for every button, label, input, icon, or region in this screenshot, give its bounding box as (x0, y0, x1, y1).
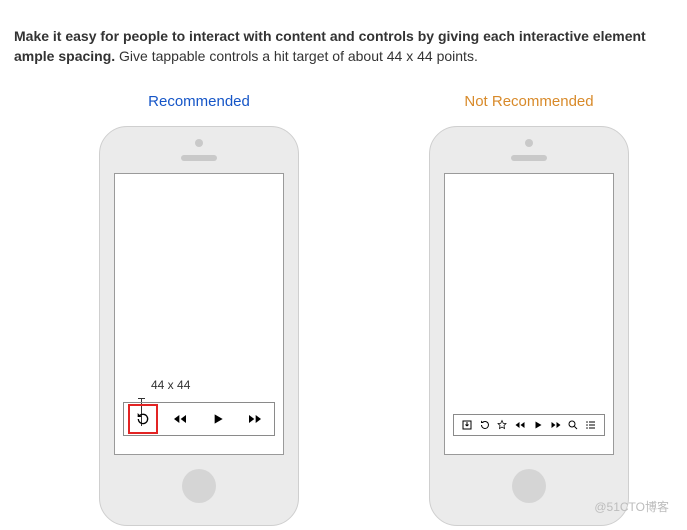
search-icon[interactable] (567, 419, 579, 431)
phone-speaker-slit (511, 155, 547, 161)
toolbar-not-recommended (453, 414, 605, 436)
watermark: @51CTO博客 (594, 499, 669, 516)
rewind-icon[interactable] (514, 419, 526, 431)
list-icon[interactable] (585, 419, 597, 431)
toolbar-recommended (123, 402, 275, 436)
phone-mockup-not-recommended (429, 126, 629, 526)
play-icon[interactable] (532, 419, 544, 431)
toolbar-cell (199, 403, 237, 435)
comparison-row: Recommended 44 x 44 (14, 91, 673, 527)
refresh-icon[interactable] (135, 411, 151, 427)
not-recommended-column: Not Recommended (414, 91, 644, 527)
toolbar-cell (162, 403, 200, 435)
download-icon[interactable] (461, 419, 473, 431)
phone-speaker-slit (181, 155, 217, 161)
phone-screen (444, 173, 614, 455)
recommended-column: Recommended 44 x 44 (84, 91, 314, 527)
intro-rest: Give tappable controls a hit target of a… (115, 48, 478, 64)
phone-camera-dot (195, 139, 203, 147)
phone-camera-dot (525, 139, 533, 147)
toolbar-cell (237, 403, 275, 435)
play-icon[interactable] (210, 411, 226, 427)
intro-paragraph: Make it easy for people to interact with… (14, 26, 673, 67)
hit-target-highlight (128, 404, 158, 434)
fast-forward-icon[interactable] (247, 411, 263, 427)
phone-home-button (512, 469, 546, 503)
refresh-icon[interactable] (479, 419, 491, 431)
recommended-label: Recommended (148, 91, 250, 113)
phone-home-button (182, 469, 216, 503)
fast-forward-icon[interactable] (550, 419, 562, 431)
phone-mockup-recommended: 44 x 44 (99, 126, 299, 526)
rewind-icon[interactable] (172, 411, 188, 427)
hit-target-callout: 44 x 44 (151, 377, 190, 394)
not-recommended-label: Not Recommended (464, 91, 593, 113)
star-icon[interactable] (496, 419, 508, 431)
toolbar-cell (124, 403, 162, 435)
phone-screen: 44 x 44 (114, 173, 284, 455)
